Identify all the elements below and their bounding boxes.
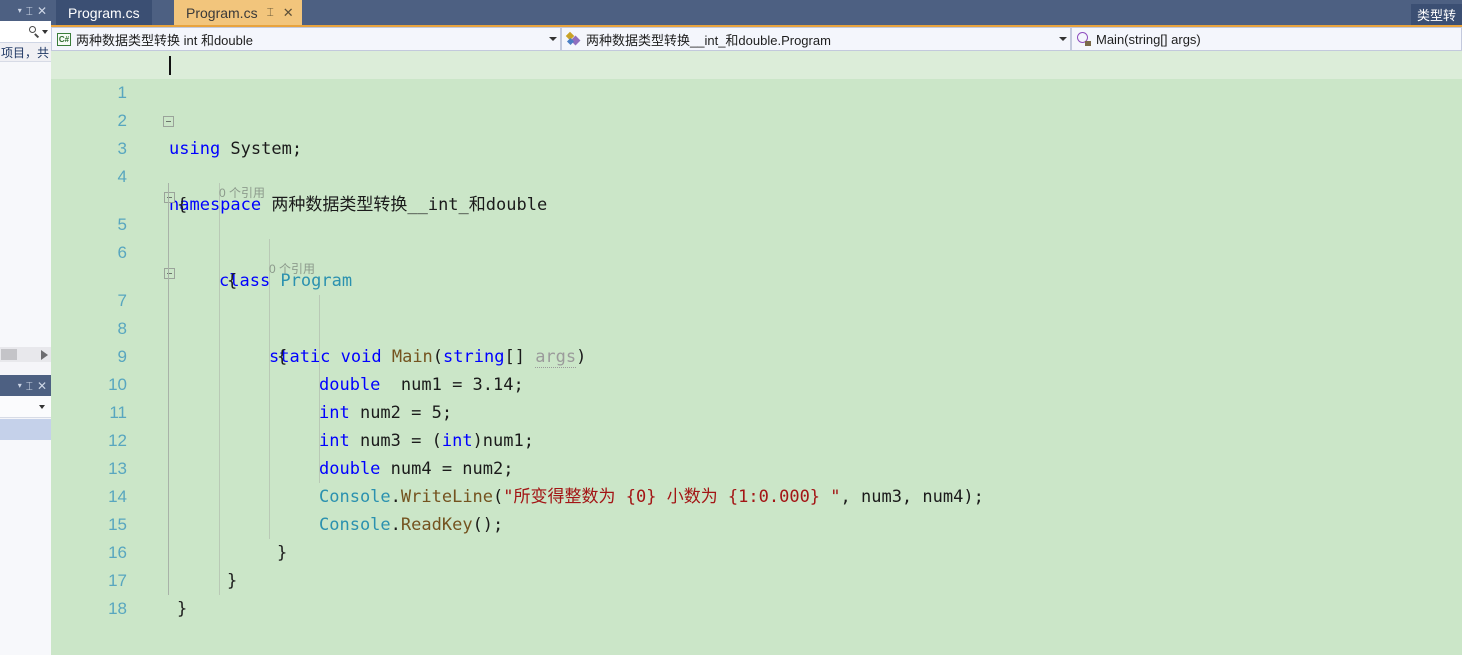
- line-number: 18: [108, 599, 127, 618]
- codelens-annotation-row: 0 个引用: [51, 163, 1462, 200]
- tab-label: Program.cs: [68, 4, 140, 21]
- code-line[interactable]: 3 namespace 两种数据类型转换__int_和double: [51, 107, 1462, 215]
- panel-close-icon[interactable]: ✕: [37, 5, 47, 17]
- code-line[interactable]: 17 }: [51, 539, 1462, 619]
- properties-panel-titlebar: ▾ ⌶ ✕: [0, 375, 51, 396]
- tab-pin-icon[interactable]: ⌶: [267, 5, 274, 20]
- code-line[interactable]: 12 double num4 = num2;: [51, 399, 1462, 479]
- class-icon: [565, 31, 581, 46]
- tab-label: Program.cs: [186, 4, 258, 21]
- code-content[interactable]: 1 using System; 2 3 namespace 两种数据类型转换__…: [51, 51, 1462, 619]
- code-line[interactable]: 13 Console.WriteLine("所变得整数为 {0} 小数为 {1:…: [51, 427, 1462, 507]
- code-line[interactable]: 18: [51, 567, 1462, 618]
- csharp-file-icon: C#: [57, 32, 71, 46]
- code-line[interactable]: 14 Console.ReadKey();: [51, 455, 1462, 535]
- properties-panel-toolbar[interactable]: [0, 396, 51, 418]
- panel-pin-icon[interactable]: ⌶: [26, 5, 33, 17]
- tab-close-icon[interactable]: ✕: [283, 5, 294, 21]
- codelens-annotation-row: 0 个引用: [51, 239, 1462, 276]
- panel-menu-caret-icon[interactable]: ▾: [18, 5, 22, 17]
- fold-toggle-icon[interactable]: [163, 116, 174, 127]
- properties-selected-row[interactable]: [0, 419, 51, 440]
- properties-menu-caret-icon[interactable]: ▾: [18, 380, 22, 392]
- code-line[interactable]: 9 double num1 = 3.14;: [51, 315, 1462, 395]
- fold-toggle-icon[interactable]: [164, 192, 175, 203]
- properties-dropdown-caret-icon[interactable]: [39, 404, 45, 409]
- chevron-down-icon[interactable]: [549, 37, 557, 41]
- properties-pin-icon[interactable]: ⌶: [26, 380, 33, 392]
- code-line[interactable]: 4 {: [51, 135, 1462, 215]
- navbar-project-label: 两种数据类型转换 int 和double: [76, 32, 253, 48]
- tab-program-cs-active[interactable]: Program.cs ⌶ ✕: [174, 0, 302, 25]
- code-line[interactable]: 11 int num3 = (int)num1;: [51, 371, 1462, 451]
- navbar-project-selector[interactable]: C# 两种数据类型转换 int 和double: [51, 27, 561, 51]
- text-cursor: [169, 56, 171, 75]
- code-line[interactable]: 1 using System;: [51, 51, 1462, 159]
- navbar-member-selector[interactable]: Main(string[] args): [1071, 27, 1462, 51]
- hscroll-thumb[interactable]: [1, 349, 17, 360]
- code-line[interactable]: 6 {: [51, 211, 1462, 291]
- tab-program-cs-inactive[interactable]: Program.cs: [56, 0, 153, 25]
- code-editor[interactable]: 1 using System; 2 3 namespace 两种数据类型转换__…: [51, 51, 1462, 655]
- solution-explorer-titlebar: ▾ ⌶ ✕: [0, 0, 51, 21]
- navbar-member-label: Main(string[] args): [1096, 31, 1201, 47]
- solution-explorer-search[interactable]: [0, 21, 51, 43]
- search-options-caret-icon[interactable]: [42, 29, 48, 34]
- properties-close-icon[interactable]: ✕: [37, 380, 47, 392]
- navbar-type-label: 两种数据类型转换__int_和double.Program: [586, 32, 831, 48]
- search-icon[interactable]: [29, 26, 40, 37]
- code-line[interactable]: 16 }: [51, 511, 1462, 591]
- chevron-down-icon[interactable]: [1059, 37, 1067, 41]
- code-text: }: [177, 599, 188, 619]
- code-line[interactable]: 7 static void Main(string[] args): [51, 259, 1462, 368]
- solution-explorer-hscrollbar[interactable]: [0, 347, 51, 362]
- fold-region-line: [168, 183, 169, 595]
- code-line[interactable]: 8 {: [51, 287, 1462, 367]
- code-line[interactable]: 5 class Program: [51, 183, 1462, 291]
- solution-explorer-tree[interactable]: [0, 62, 51, 347]
- editor-tab-strip: Program.cs Program.cs ⌶ ✕ 类型转: [51, 0, 1462, 25]
- visual-studio-window: ▾ ⌶ ✕ 项目，共 ▾ ⌶ ✕ Program.cs Program.cs ⌶…: [0, 0, 1462, 655]
- solution-item-count-label: 项目，共: [0, 43, 51, 62]
- docked-tool-tab-right[interactable]: 类型转: [1410, 4, 1462, 25]
- code-line[interactable]: 2: [51, 79, 1462, 130]
- code-line[interactable]: 15 }: [51, 483, 1462, 563]
- properties-grid[interactable]: [0, 440, 51, 655]
- method-icon: [1077, 32, 1091, 46]
- fold-toggle-icon[interactable]: [164, 268, 175, 279]
- navbar-type-selector[interactable]: 两种数据类型转换__int_和double.Program: [561, 27, 1071, 51]
- code-line[interactable]: 10 int num2 = 5;: [51, 343, 1462, 423]
- editor-navigation-bar: C# 两种数据类型转换 int 和double 两种数据类型转换__int_和d…: [51, 27, 1462, 51]
- left-dock-column: ▾ ⌶ ✕ 项目，共 ▾ ⌶ ✕: [0, 0, 55, 655]
- hscroll-right-arrow-icon[interactable]: [41, 349, 48, 360]
